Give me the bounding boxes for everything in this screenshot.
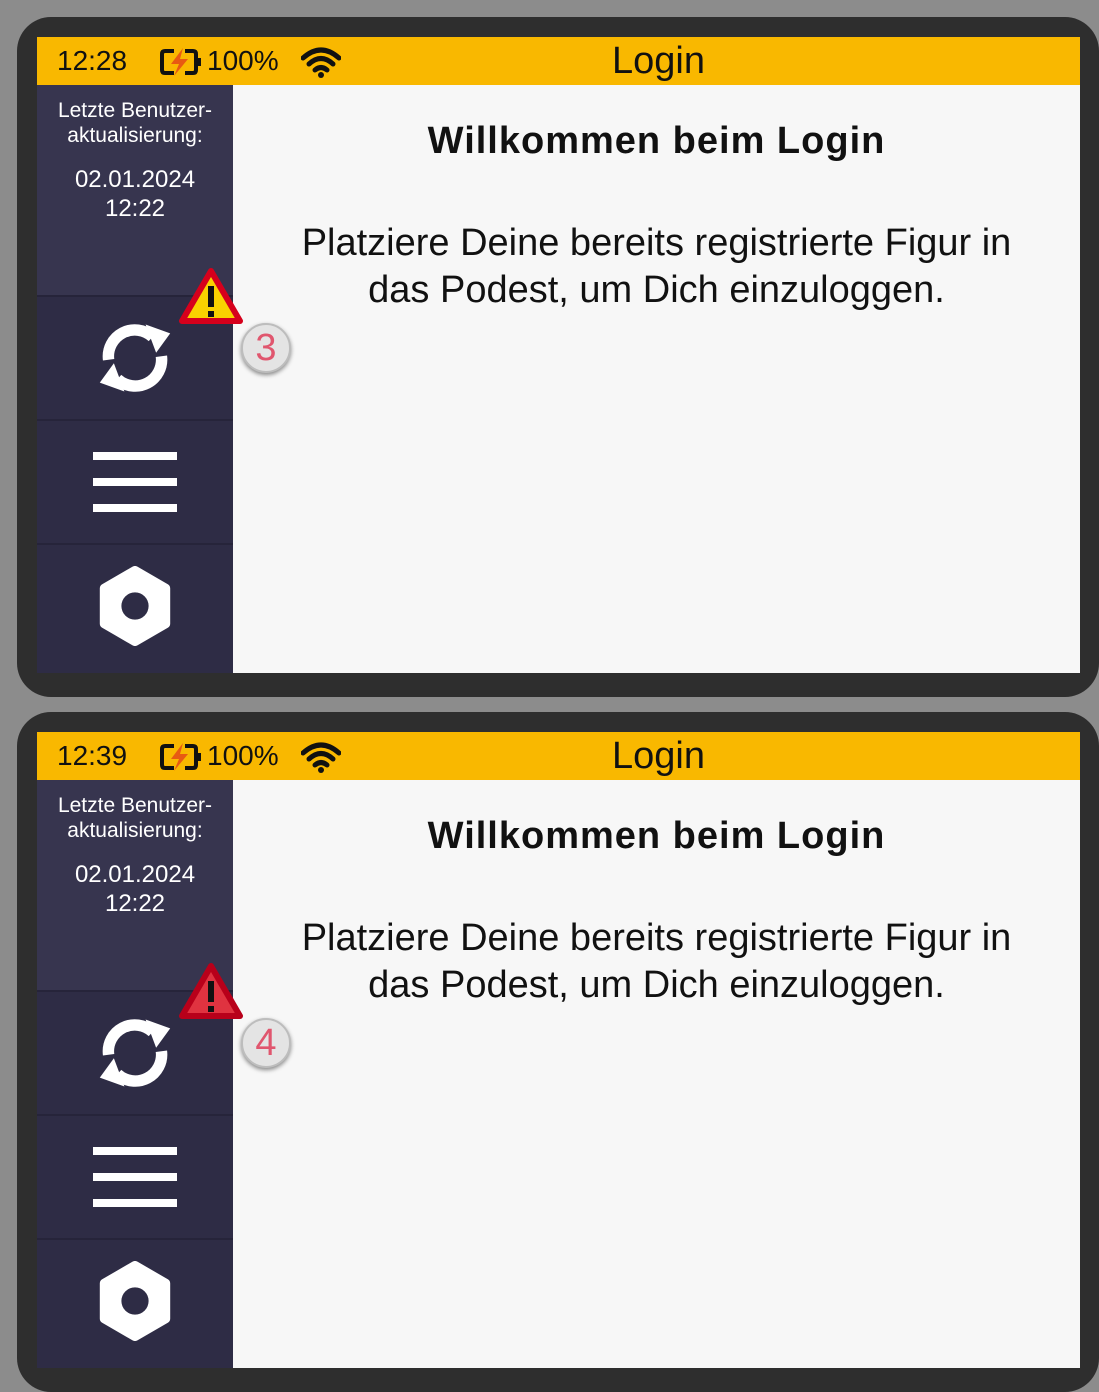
login-instruction: Platziere Deine bereits registrierte Fig…: [301, 222, 1012, 311]
gear-icon: [99, 566, 171, 646]
status-time: 12:28: [57, 45, 128, 76]
sidebar: Letzte Benutzer- aktualisierung: 02.01.2…: [37, 85, 233, 673]
annotation-number-badge: 4: [241, 1018, 291, 1068]
settings-button[interactable]: [37, 1238, 233, 1362]
main-content: Willkommen beim Login Platziere Deine be…: [233, 85, 1080, 673]
screen-title: Login: [612, 735, 705, 777]
sidebar: Letzte Benutzer- aktualisierung: 02.01.2…: [37, 780, 233, 1368]
welcome-heading: Willkommen beim Login: [427, 815, 886, 857]
battery-percent: 100%: [207, 45, 279, 76]
main-content: Willkommen beim Login Platziere Deine be…: [233, 780, 1080, 1368]
wifi-icon: [301, 742, 341, 773]
battery-charging-icon: [160, 743, 201, 771]
status-bar: 12:39 100% Login: [37, 732, 1080, 780]
menu-icon: [93, 1147, 177, 1207]
screen: 12:39 100% Login Letzte Benutzer- aktual…: [37, 732, 1080, 1368]
wifi-icon: [301, 47, 341, 78]
last-user-update-date: 02.01.2024 12:22: [74, 166, 196, 222]
status-time: 12:39: [57, 740, 128, 771]
welcome-heading: Willkommen beim Login: [427, 120, 886, 162]
battery-percent: 100%: [207, 740, 279, 771]
last-user-update-info: Letzte Benutzer- aktualisierung: 02.01.2…: [37, 780, 233, 990]
screen-title: Login: [612, 40, 705, 82]
menu-button[interactable]: [37, 1114, 233, 1238]
refresh-icon: [99, 324, 171, 392]
last-user-update-date: 02.01.2024 12:22: [74, 861, 196, 917]
settings-button[interactable]: [37, 543, 233, 667]
device-bottom: 12:39 100% Login Letzte Benutzer- aktual…: [17, 712, 1099, 1392]
annotation-number-badge: 3: [241, 323, 291, 373]
warning-icon: [179, 963, 243, 1019]
last-user-update-label: Letzte Benutzer- aktualisierung:: [57, 99, 213, 147]
menu-button[interactable]: [37, 419, 233, 543]
status-bar: 12:28 100% Login: [37, 37, 1080, 85]
last-user-update-label: Letzte Benutzer- aktualisierung:: [57, 794, 213, 842]
gear-icon: [99, 1261, 171, 1341]
battery-charging-icon: [160, 48, 201, 76]
warning-icon: [179, 268, 243, 324]
refresh-icon: [99, 1019, 171, 1087]
last-user-update-info: Letzte Benutzer- aktualisierung: 02.01.2…: [37, 85, 233, 295]
device-top: 12:28 100% Login Letzte Benutzer- aktual…: [17, 17, 1099, 697]
screen: 12:28 100% Login Letzte Benutzer- aktual…: [37, 37, 1080, 673]
login-instruction: Platziere Deine bereits registrierte Fig…: [301, 917, 1012, 1006]
menu-icon: [93, 452, 177, 512]
